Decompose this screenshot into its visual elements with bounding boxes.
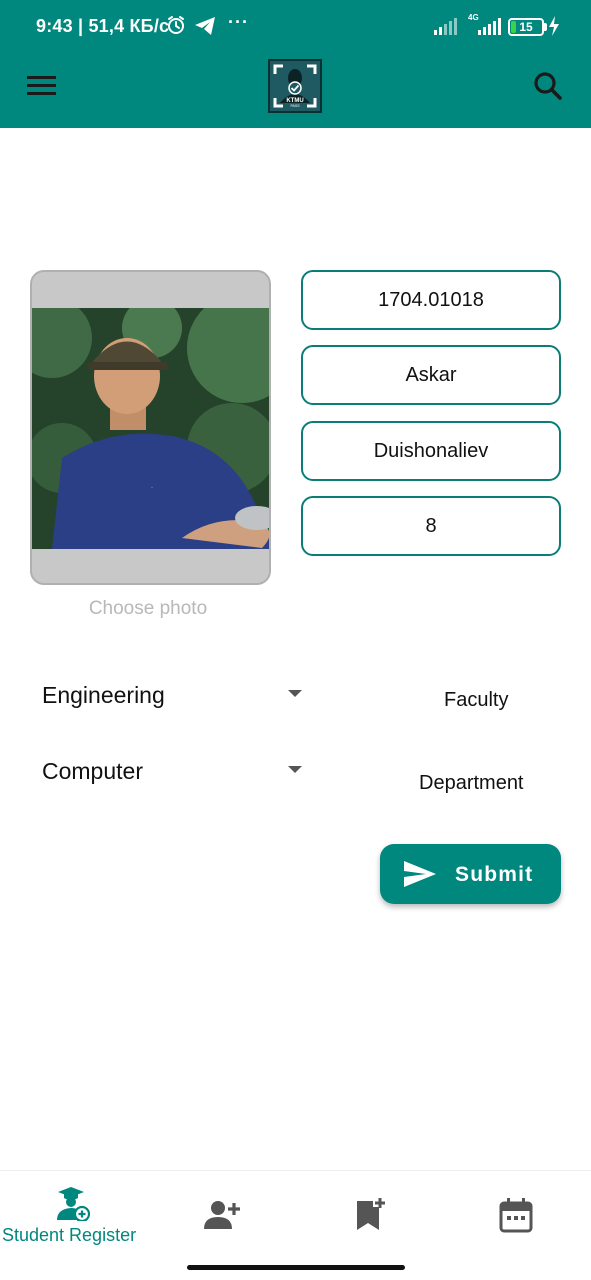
last-name-field[interactable]: Duishonaliev [301, 421, 561, 481]
person-add-icon [204, 1201, 240, 1229]
year-field[interactable]: 8 [301, 496, 561, 556]
choose-photo-button[interactable]: Choose photo [30, 598, 266, 620]
submit-button[interactable]: Submit [380, 844, 561, 904]
status-bar: 9:43 | 51,4 КБ/с ··· 4G 15 [0, 0, 591, 54]
department-selected-value: Computer [42, 758, 143, 784]
nav-add-person[interactable] [148, 1171, 296, 1251]
photo-picker[interactable]: · [30, 270, 271, 585]
charging-bolt-icon [549, 16, 559, 36]
nav-bookmark-add[interactable] [296, 1171, 444, 1251]
alarm-icon [168, 16, 184, 34]
submit-label: Submit [455, 863, 534, 886]
bottom-navigation: Student Register [0, 1170, 591, 1280]
faculty-dropdown[interactable]: Engineering [42, 676, 306, 716]
network-4g-signal-icon: 4G [468, 13, 502, 35]
department-dropdown[interactable]: Computer [42, 752, 306, 792]
app-logo: KTMU PASS [268, 59, 322, 113]
logo-subtext: PASS [290, 104, 300, 108]
telegram-icon [195, 17, 215, 35]
nav-label: Student Register [2, 1225, 137, 1245]
signal-icon [434, 18, 457, 35]
battery-percent: 15 [519, 20, 533, 34]
student-photo: · [32, 308, 269, 549]
app-header: 9:43 | 51,4 КБ/с ··· 4G 15 KTMU PASS [0, 0, 591, 128]
student-id-field[interactable]: 1704.01018 [301, 270, 561, 330]
dropdown-arrow-icon [288, 766, 302, 773]
battery-tip [544, 23, 547, 31]
faculty-selected-value: Engineering [42, 682, 165, 708]
home-indicator [187, 1265, 405, 1270]
status-time: 9:43 | 51,4 КБ/с [36, 16, 170, 36]
nav-calendar[interactable] [444, 1171, 591, 1251]
faculty-label: Faculty [444, 689, 509, 711]
search-icon[interactable] [528, 68, 568, 104]
nav-student-register[interactable]: Student Register [0, 1171, 148, 1251]
calendar-icon [499, 1198, 533, 1233]
more-notifications-icon: ··· [228, 12, 249, 32]
bookmark-add-icon [357, 1198, 385, 1230]
student-register-icon [57, 1187, 90, 1221]
department-label: Department [419, 772, 524, 794]
menu-icon[interactable] [24, 70, 60, 100]
battery-icon: 15 [508, 18, 544, 36]
send-icon [404, 861, 436, 887]
svg-text:·: · [151, 484, 153, 492]
dropdown-arrow-icon [288, 690, 302, 697]
first-name-field[interactable]: Askar [301, 345, 561, 405]
